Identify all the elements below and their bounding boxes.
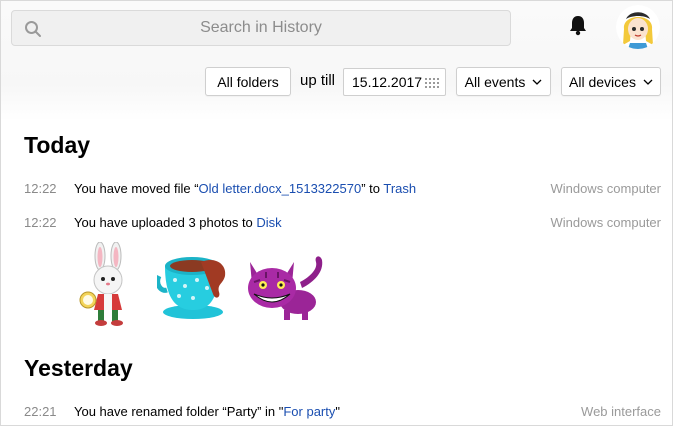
chevron-down-icon [643,79,653,85]
all-folders-label: All folders [217,73,279,90]
up-till-label: up till [300,72,336,89]
event-time: 12:22 [24,215,57,230]
cheshire-cat-sticker[interactable] [244,252,328,322]
history-row: 12:22 You have uploaded 3 photos to Disk… [0,215,673,235]
event-text: You have renamed folder “Party” in "For … [74,404,340,419]
event-time: 12:22 [24,181,57,196]
avatar[interactable] [616,5,660,49]
event-time: 22:21 [24,404,57,419]
section-heading-yesterday: Yesterday [24,355,133,381]
chevron-down-icon [532,79,542,85]
search-icon [25,21,41,37]
section-heading-today: Today [24,132,91,158]
all-devices-label: All devices [569,73,636,90]
calendar-icon[interactable] [425,78,439,88]
folder-link[interactable]: For party [283,404,335,419]
trash-link[interactable]: Trash [383,181,416,196]
teacup-sticker[interactable] [157,250,235,322]
event-text: You have uploaded 3 photos to Disk [74,215,282,230]
all-devices-dropdown[interactable]: All devices [561,67,661,96]
all-events-dropdown[interactable]: All events [456,67,551,96]
search-placeholder: Search in History [200,19,322,36]
event-device: Web interface [581,404,661,419]
file-link[interactable]: Old letter.docx_1513322570 [199,181,362,196]
bell-icon[interactable] [568,14,588,36]
rabbit-sticker[interactable] [76,242,140,326]
date-field[interactable]: 15.12.2017 [343,68,446,96]
event-device: Windows computer [550,181,661,196]
all-folders-button[interactable]: All folders [205,67,291,96]
event-text: You have moved file “Old letter.docx_151… [74,181,417,196]
history-row: 22:21 You have renamed folder “Party” in… [0,404,673,424]
search-input[interactable]: Search in History [11,10,511,46]
history-row: 12:22 You have moved file “Old letter.do… [0,181,673,201]
disk-link[interactable]: Disk [256,215,281,230]
all-events-label: All events [464,73,526,90]
event-device: Windows computer [550,215,661,230]
date-value: 15.12.2017 [352,74,423,90]
